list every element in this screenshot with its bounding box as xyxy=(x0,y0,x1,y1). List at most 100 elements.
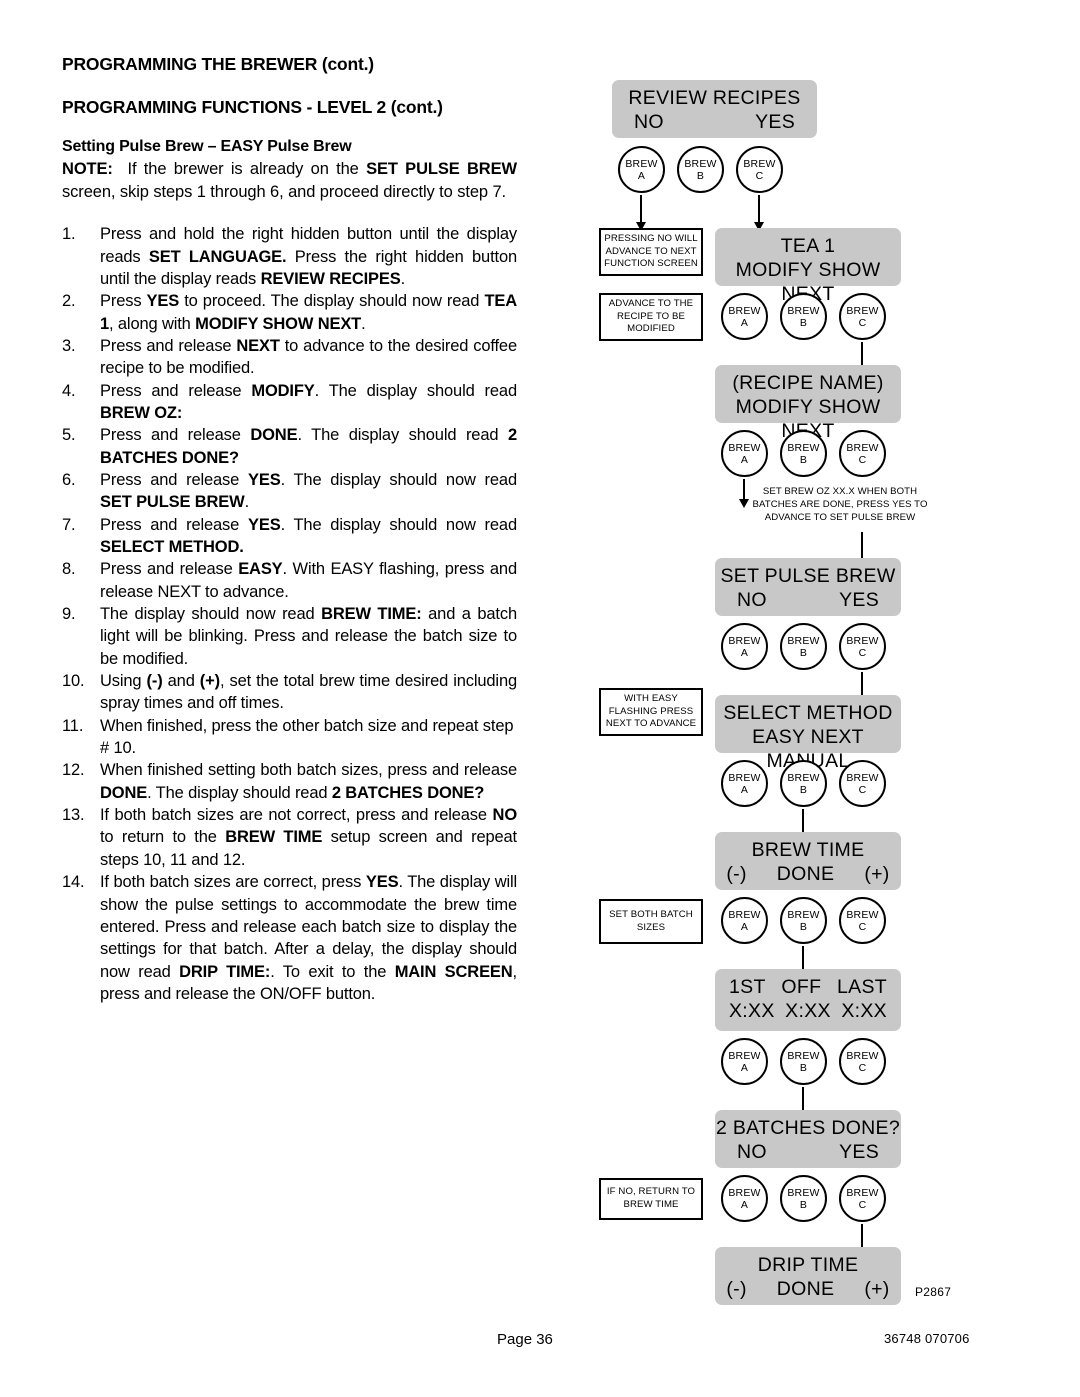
section-title: PROGRAMMING FUNCTIONS - LEVEL 2 (cont.) xyxy=(62,97,443,117)
brew-button-b[interactable]: BREW B xyxy=(780,1038,827,1085)
arrow-yes-to-tea1 xyxy=(754,195,764,231)
option-yes[interactable]: YES xyxy=(839,1141,879,1165)
step-item: 1. Press and hold the right hidden button… xyxy=(62,223,517,290)
step-text: If both batch sizes are not correct, pre… xyxy=(100,804,517,871)
screen-first-off-last-values: X:XX X:XX X:XX xyxy=(715,1000,901,1024)
screen-review-recipes-options: NO YES xyxy=(612,111,817,135)
brew-label-letter: A xyxy=(740,1061,749,1074)
step-emphasis: REVIEW RECIPES xyxy=(260,269,401,288)
step-run: . The display should read xyxy=(314,381,517,400)
option-plus[interactable]: (+) xyxy=(864,863,889,887)
step-emphasis: SET PULSE BREW xyxy=(100,493,245,512)
step-run: . xyxy=(361,314,366,333)
brew-row-2: BREW A BREW B BREW C xyxy=(721,293,886,340)
brew-row-4: BREW A BREW B BREW C xyxy=(721,623,886,670)
brew-button-c[interactable]: BREW C xyxy=(839,1038,886,1085)
option-minus[interactable]: (-) xyxy=(726,863,746,887)
brew-button-b[interactable]: BREW B xyxy=(780,760,827,807)
step-emphasis: DONE xyxy=(250,426,298,445)
brew-button-b[interactable]: BREW B xyxy=(780,897,827,944)
brew-label-top: BREW xyxy=(625,158,658,170)
arrow-no-to-callout xyxy=(636,195,646,231)
brew-label-top: BREW xyxy=(846,909,879,921)
brew-button-b[interactable]: BREW B xyxy=(780,293,827,340)
brew-button-c[interactable]: BREW C xyxy=(839,430,886,477)
brew-label-top: BREW xyxy=(728,442,761,454)
step-run: Using xyxy=(100,672,147,691)
brew-label-top: BREW xyxy=(846,635,879,647)
step-emphasis: EASY xyxy=(238,560,283,579)
option-minus[interactable]: (-) xyxy=(726,1278,746,1302)
brew-label-letter: C xyxy=(858,316,867,329)
brew-label-letter: C xyxy=(858,783,867,796)
option-no[interactable]: NO xyxy=(737,589,767,613)
brew-button-a[interactable]: BREW A xyxy=(721,1038,768,1085)
brew-button-c[interactable]: BREW C xyxy=(839,760,886,807)
brew-button-c[interactable]: BREW C xyxy=(839,1175,886,1222)
screen-brew-time-options: (-) DONE (+) xyxy=(715,863,901,887)
brew-button-b[interactable]: BREW B xyxy=(780,1175,827,1222)
step-run: , along with xyxy=(109,314,196,333)
steps-list: 1. Press and hold the right hidden button… xyxy=(62,223,517,1005)
column-header-off: OFF xyxy=(781,976,822,998)
step-run: Press and release xyxy=(100,515,248,534)
step-text: Press YES to proceed. The display should… xyxy=(100,290,517,335)
brew-button-a[interactable]: BREW A xyxy=(721,623,768,670)
brew-button-a[interactable]: BREW A xyxy=(721,293,768,340)
brew-button-a[interactable]: BREW A xyxy=(721,897,768,944)
option-no[interactable]: NO xyxy=(737,1141,767,1165)
step-number: 13. xyxy=(62,806,85,825)
screen-set-pulse-brew-options: NO YES xyxy=(715,589,901,613)
step-run: and xyxy=(162,672,200,691)
step-run: If both batch sizes are not correct, pre… xyxy=(100,806,493,825)
step-run: When finished setting both batch sizes, … xyxy=(100,761,517,780)
screen-review-recipes: REVIEW RECIPES NO YES xyxy=(612,80,817,138)
brew-label-top: BREW xyxy=(728,1187,761,1199)
step-number: 14. xyxy=(62,873,85,892)
step-number: 11. xyxy=(62,716,84,735)
brew-label-top: BREW xyxy=(743,158,776,170)
brew-button-a[interactable]: BREW A xyxy=(618,146,665,193)
brew-button-a[interactable]: BREW A xyxy=(721,760,768,807)
option-yes[interactable]: YES xyxy=(755,111,795,135)
step-number: 3. xyxy=(62,336,76,355)
screen-two-batches-done: 2 BATCHES DONE? NO YES xyxy=(715,1110,901,1168)
option-yes[interactable]: YES xyxy=(839,589,879,613)
step-run: . The display should read xyxy=(147,783,332,802)
brew-button-a[interactable]: BREW A xyxy=(721,1175,768,1222)
callout-pressing-no: PRESSING NO WILL ADVANCE TO NEXT FUNCTIO… xyxy=(599,228,703,276)
brew-button-a[interactable]: BREW A xyxy=(721,430,768,477)
option-done[interactable]: DONE xyxy=(777,863,835,887)
step-run: . To exit to the xyxy=(270,962,395,981)
brew-button-b[interactable]: BREW B xyxy=(780,623,827,670)
step-run: Press and release xyxy=(100,470,248,489)
brew-button-b[interactable]: BREW B xyxy=(780,430,827,477)
column-header-last: LAST xyxy=(837,976,887,998)
brew-button-c[interactable]: BREW C xyxy=(736,146,783,193)
brew-label-top: BREW xyxy=(787,442,820,454)
brew-button-b[interactable]: BREW B xyxy=(677,146,724,193)
brew-button-c[interactable]: BREW C xyxy=(839,623,886,670)
step-emphasis: NEXT xyxy=(236,336,280,355)
brew-row-3: BREW A BREW B BREW C xyxy=(721,430,886,477)
screen-drip-time: DRIP TIME (-) DONE (+) xyxy=(715,1247,901,1305)
step-emphasis: YES xyxy=(247,470,281,489)
callout-easy-flashing: WITH EASY FLASHING PRESS NEXT TO ADVANCE xyxy=(599,688,703,736)
callout-advance-recipe: ADVANCE TO THE RECIPE TO BE MODIFIED xyxy=(599,293,703,341)
brew-button-c[interactable]: BREW C xyxy=(839,897,886,944)
footer-document-code: 36748 070706 xyxy=(884,1331,970,1346)
brew-row-1: BREW A BREW B BREW C xyxy=(618,146,783,193)
step-emphasis: YES xyxy=(247,515,281,534)
option-no[interactable]: NO xyxy=(634,111,664,135)
note-bold-1: SET PULSE BREW xyxy=(366,160,518,178)
screen-review-recipes-title: REVIEW RECIPES xyxy=(628,87,801,109)
value-last: X:XX xyxy=(841,999,887,1022)
option-done[interactable]: DONE xyxy=(777,1278,835,1302)
brew-button-c[interactable]: BREW C xyxy=(839,293,886,340)
callout-if-no-return-text: IF NO, RETURN TO BREW TIME xyxy=(606,1186,696,1210)
step-item: 10. Using (-) and (+), set the total brew… xyxy=(62,670,517,715)
option-plus[interactable]: (+) xyxy=(864,1278,889,1302)
step-run: Press and release xyxy=(100,381,252,400)
page-title: PROGRAMMING THE BREWER (cont.) xyxy=(62,54,374,74)
callout-pressing-no-text: PRESSING NO WILL ADVANCE TO NEXT FUNCTIO… xyxy=(604,232,698,270)
